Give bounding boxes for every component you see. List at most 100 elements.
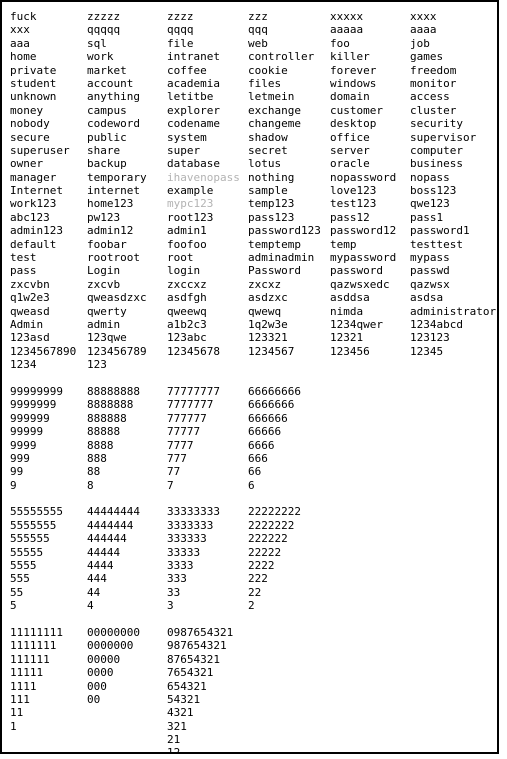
wordlist-entry[interactable]: qweasd: [10, 305, 76, 318]
wordlist-entry[interactable]: 6666: [248, 439, 321, 452]
wordlist-entry[interactable]: 12: [167, 746, 240, 752]
wordlist-entry[interactable]: qazwsx: [410, 278, 496, 291]
wordlist-entry[interactable]: private: [10, 64, 76, 77]
wordlist-entry[interactable]: zzzzz: [87, 10, 147, 23]
wordlist-entry[interactable]: 7: [167, 479, 240, 492]
wordlist-entry[interactable]: security: [410, 117, 496, 130]
wordlist-entry[interactable]: cluster: [410, 104, 496, 117]
wordlist-entry[interactable]: qwewq: [248, 305, 321, 318]
wordlist-entry[interactable]: temp123: [248, 197, 321, 210]
wordlist-entry[interactable]: 5: [10, 599, 76, 612]
wordlist-entry[interactable]: 1111: [10, 680, 76, 693]
wordlist-entry[interactable]: temp: [330, 238, 396, 251]
wordlist-entry[interactable]: 1234567: [248, 345, 321, 358]
wordlist-entry[interactable]: 654321: [167, 680, 240, 693]
wordlist-entry[interactable]: Login: [87, 264, 147, 277]
wordlist-entry[interactable]: test: [10, 251, 76, 264]
wordlist-entry[interactable]: 00000000: [87, 626, 147, 639]
wordlist-entry[interactable]: 99: [10, 465, 76, 478]
wordlist-entry[interactable]: server: [330, 144, 396, 157]
wordlist-entry[interactable]: foobar: [87, 238, 147, 251]
wordlist-entry[interactable]: changeme: [248, 117, 321, 130]
wordlist-entry[interactable]: 66: [248, 465, 321, 478]
wordlist-entry[interactable]: abc123: [10, 211, 76, 224]
wordlist-entry[interactable]: password123: [248, 224, 321, 237]
wordlist-entry[interactable]: 777777: [167, 412, 240, 425]
wordlist-entry[interactable]: 444444: [87, 532, 147, 545]
wordlist-entry[interactable]: 123456: [330, 345, 396, 358]
wordlist-entry[interactable]: 666: [248, 452, 321, 465]
wordlist-entry[interactable]: 9: [10, 479, 76, 492]
wordlist-entry[interactable]: qwe123: [410, 197, 496, 210]
wordlist-entry[interactable]: testtest: [410, 238, 496, 251]
wordlist-entry[interactable]: fuck: [10, 10, 76, 23]
wordlist-entry[interactable]: internet: [87, 184, 147, 197]
wordlist-entry[interactable]: 55: [10, 586, 76, 599]
wordlist-entry[interactable]: 22: [248, 586, 321, 599]
wordlist-entry[interactable]: 3333333: [167, 519, 240, 532]
wordlist-entry[interactable]: boss123: [410, 184, 496, 197]
wordlist-entry[interactable]: 8888888: [87, 398, 147, 411]
wordlist-entry[interactable]: nobody: [10, 117, 76, 130]
wordlist-entry[interactable]: 66666666: [248, 385, 321, 398]
wordlist-entry[interactable]: shadow: [248, 131, 321, 144]
wordlist-entry[interactable]: 123: [87, 358, 147, 371]
wordlist-entry[interactable]: Internet: [10, 184, 76, 197]
wordlist-entry[interactable]: root123: [167, 211, 240, 224]
wordlist-entry[interactable]: xxxxx: [330, 10, 396, 23]
wordlist-entry[interactable]: 4444: [87, 559, 147, 572]
wordlist-entry[interactable]: ihavenopass: [167, 171, 240, 184]
wordlist-entry[interactable]: domain: [330, 90, 396, 103]
wordlist-entry[interactable]: 88: [87, 465, 147, 478]
wordlist-entry[interactable]: 33333: [167, 546, 240, 559]
wordlist-entry[interactable]: 9999999: [10, 398, 76, 411]
wordlist-entry[interactable]: 66666: [248, 425, 321, 438]
wordlist-entry[interactable]: a1b2c3: [167, 318, 240, 331]
wordlist-entry[interactable]: 444: [87, 572, 147, 585]
wordlist-entry[interactable]: 55555: [10, 546, 76, 559]
wordlist-entry[interactable]: 4: [87, 599, 147, 612]
wordlist-entry[interactable]: superuser: [10, 144, 76, 157]
wordlist-entry[interactable]: 12345: [410, 345, 496, 358]
wordlist-entry[interactable]: anything: [87, 90, 147, 103]
wordlist-entry[interactable]: 6666666: [248, 398, 321, 411]
wordlist-entry[interactable]: 999999: [10, 412, 76, 425]
wordlist-entry[interactable]: 77777777: [167, 385, 240, 398]
wordlist-entry[interactable]: 1q2w3e: [248, 318, 321, 331]
wordlist-entry[interactable]: intranet: [167, 50, 240, 63]
wordlist-entry[interactable]: 87654321: [167, 653, 240, 666]
wordlist-entry[interactable]: campus: [87, 104, 147, 117]
wordlist-entry[interactable]: 123123: [410, 331, 496, 344]
wordlist-entry[interactable]: oracle: [330, 157, 396, 170]
wordlist-entry[interactable]: system: [167, 131, 240, 144]
wordlist-entry[interactable]: 123qwe: [87, 331, 147, 344]
wordlist-entry[interactable]: share: [87, 144, 147, 157]
wordlist-entry[interactable]: pass1: [410, 211, 496, 224]
wordlist-entry[interactable]: student: [10, 77, 76, 90]
wordlist-entry[interactable]: database: [167, 157, 240, 170]
wordlist-entry[interactable]: password: [330, 264, 396, 277]
wordlist-entry[interactable]: 99999999: [10, 385, 76, 398]
wordlist-entry[interactable]: q1w2e3: [10, 291, 76, 304]
wordlist-entry[interactable]: zxcvb: [87, 278, 147, 291]
wordlist-entry[interactable]: admin1: [167, 224, 240, 237]
wordlist-entry[interactable]: job: [410, 37, 496, 50]
wordlist-entry[interactable]: files: [248, 77, 321, 90]
wordlist-entry[interactable]: 12345678: [167, 345, 240, 358]
wordlist-entry[interactable]: freedom: [410, 64, 496, 77]
wordlist-entry[interactable]: qqq: [248, 23, 321, 36]
wordlist-entry[interactable]: asddsa: [330, 291, 396, 304]
wordlist-entry[interactable]: 555555: [10, 532, 76, 545]
wordlist-entry[interactable]: foofoo: [167, 238, 240, 251]
wordlist-entry[interactable]: sample: [248, 184, 321, 197]
wordlist-entry[interactable]: 2222222: [248, 519, 321, 532]
wordlist-entry[interactable]: exchange: [248, 104, 321, 117]
wordlist-entry[interactable]: 987654321: [167, 639, 240, 652]
wordlist-entry[interactable]: login: [167, 264, 240, 277]
wordlist-entry[interactable]: asdzxc: [248, 291, 321, 304]
wordlist-entry[interactable]: love123: [330, 184, 396, 197]
wordlist-entry[interactable]: secure: [10, 131, 76, 144]
wordlist-entry[interactable]: 1234qwer: [330, 318, 396, 331]
wordlist-entry[interactable]: qweewq: [167, 305, 240, 318]
wordlist-entry[interactable]: 88888888: [87, 385, 147, 398]
